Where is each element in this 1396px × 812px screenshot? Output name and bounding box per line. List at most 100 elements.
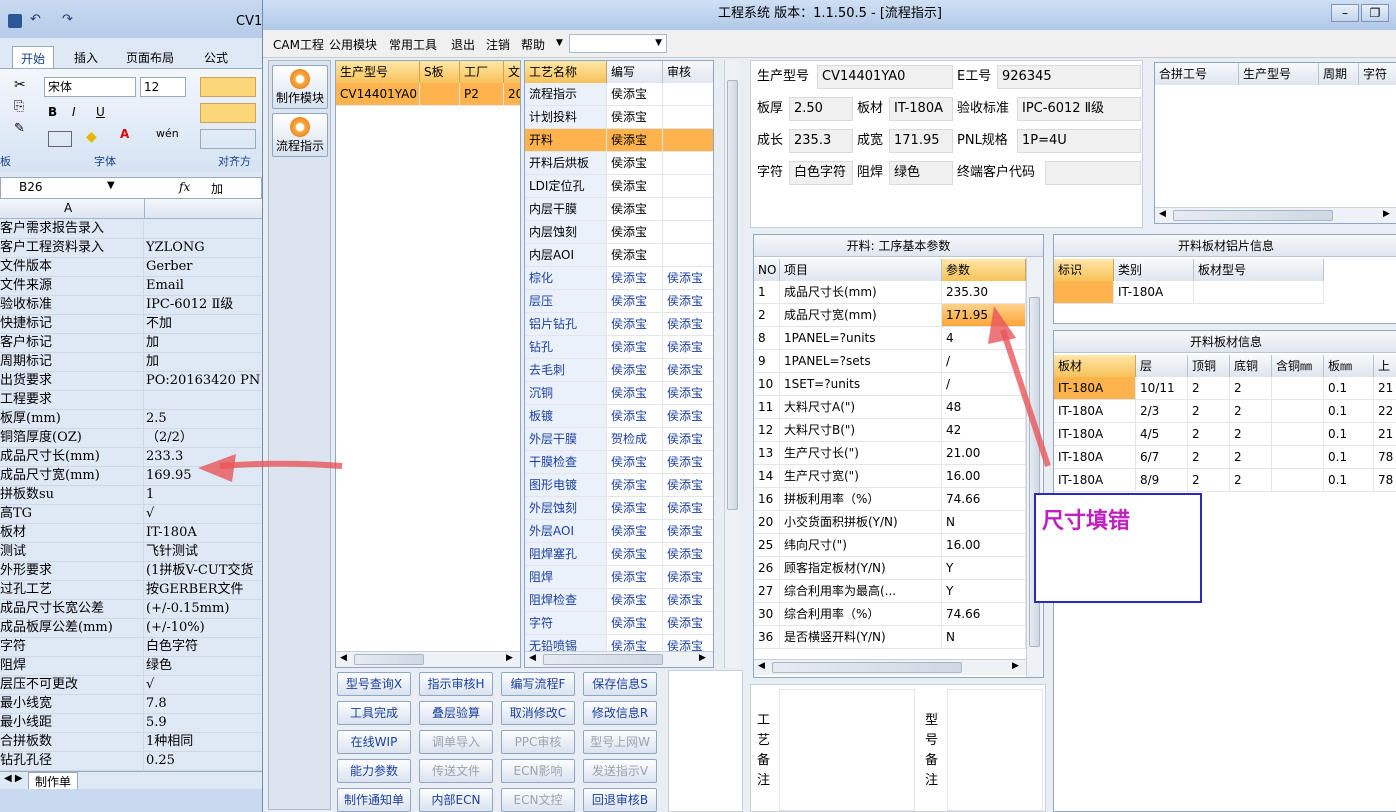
scroll-left-icon[interactable]: ◀ — [529, 653, 536, 663]
cell-a[interactable]: 合拼板数 — [0, 733, 144, 751]
process-cell[interactable]: 侯添宝 — [663, 359, 713, 382]
cell-b[interactable]: 飞针测试 — [146, 543, 262, 561]
mat-cell[interactable]: 4/5 — [1136, 423, 1188, 446]
params-cell[interactable]: 26 — [754, 557, 780, 580]
font-name-select[interactable]: 宋体 — [44, 77, 136, 97]
cell-a[interactable]: 外形要求 — [0, 562, 144, 580]
borders-icon[interactable] — [48, 131, 72, 147]
process-cell[interactable]: 侯添宝 — [663, 589, 713, 612]
params-cell[interactable]: 14 — [754, 465, 780, 488]
params-cell[interactable]: 16.00 — [942, 534, 1026, 557]
process-cell[interactable]: 板镀 — [525, 405, 607, 428]
params-col-header[interactable]: 参数 — [942, 259, 1026, 281]
mat-cell[interactable]: 2 — [1188, 423, 1230, 446]
cell-b[interactable]: 5.9 — [146, 714, 262, 732]
cut-icon[interactable]: ✂ — [14, 77, 26, 93]
scroll-left-icon[interactable]: ◀ — [340, 653, 347, 663]
cell-a[interactable]: 出货要求 — [0, 372, 144, 390]
copy-icon[interactable]: ⎘ — [14, 99, 24, 114]
mat-cell[interactable]: 2 — [1188, 377, 1230, 400]
process-cell[interactable]: 侯添宝 — [607, 152, 663, 175]
process-cell[interactable]: 侯添宝 — [663, 313, 713, 336]
process-grid-hscroll[interactable]: ◀ ▶ — [525, 651, 713, 667]
save-icon[interactable] — [8, 14, 22, 28]
cell-b[interactable]: PO:20163420 PN — [146, 372, 262, 390]
pnl-field[interactable]: 1P=4U — [1017, 129, 1141, 153]
process-cell[interactable]: 侯添宝 — [607, 129, 663, 152]
cell-b[interactable]: IT-180A — [146, 524, 262, 542]
model-field[interactable]: CV14401YA0 — [817, 65, 953, 89]
mat-cell[interactable] — [1272, 423, 1324, 446]
process-cell[interactable]: 侯添宝 — [663, 543, 713, 566]
process-cell[interactable]: 钻孔 — [525, 336, 607, 359]
process-cell[interactable]: 开料 — [525, 129, 607, 152]
process-cell[interactable]: 阻焊 — [525, 566, 607, 589]
params-cell[interactable]: / — [942, 373, 1026, 396]
process-cell[interactable]: 计划投料 — [525, 106, 607, 129]
process-cell[interactable]: 侯添宝 — [607, 313, 663, 336]
material-field[interactable]: IT-180A — [889, 97, 953, 121]
action-button[interactable]: 制作通知单 — [337, 788, 411, 812]
params-cell[interactable]: 9 — [754, 350, 780, 373]
mat-cell[interactable]: 0.1 — [1324, 400, 1374, 423]
model-col-header[interactable]: 文 — [504, 61, 520, 83]
model-cell[interactable] — [420, 83, 460, 106]
char-field[interactable]: 白色字符 — [789, 161, 853, 185]
standard-field[interactable]: IPC-6012 Ⅱ级 — [1017, 97, 1141, 121]
process-cell[interactable]: 侯添宝 — [607, 382, 663, 405]
cell-b[interactable]: (+/-0.15mm) — [146, 600, 262, 618]
cell-a[interactable]: 客户需求报告录入 — [0, 220, 144, 238]
bold-button[interactable]: B — [48, 105, 57, 119]
params-cell[interactable]: 成品尺寸宽(mm) — [780, 304, 942, 327]
process-cell[interactable]: 侯添宝 — [607, 221, 663, 244]
process-cell[interactable]: 侯添宝 — [663, 428, 713, 451]
name-box[interactable]: B26 — [19, 180, 43, 194]
merge-col-header[interactable]: 字符 — [1359, 63, 1396, 85]
process-cell[interactable]: 侯添宝 — [607, 520, 663, 543]
font-size-select[interactable]: 12 — [140, 77, 186, 97]
process-cell[interactable]: 侯添宝 — [607, 267, 663, 290]
mat-cell[interactable]: 2 — [1188, 469, 1230, 492]
params-cell[interactable]: 是否横竖开料(Y/N) — [780, 626, 942, 649]
scroll-left-icon[interactable]: ◀ — [1159, 209, 1166, 219]
process-cell[interactable]: 侯添宝 — [607, 244, 663, 267]
cell-b[interactable]: YZLONG — [146, 239, 262, 257]
process-cell[interactable]: 侯添宝 — [663, 612, 713, 635]
params-cell[interactable]: Y — [942, 557, 1026, 580]
cell-a[interactable]: 成品尺寸宽(mm) — [0, 467, 144, 485]
params-cell[interactable]: 20 — [754, 511, 780, 534]
process-cell[interactable]: 棕化 — [525, 267, 607, 290]
menu-tools[interactable]: 常用工具 — [389, 36, 437, 53]
process-cell[interactable]: 开料后烘板 — [525, 152, 607, 175]
cell-b[interactable]: √ — [146, 676, 262, 694]
process-cell[interactable] — [663, 221, 713, 244]
process-cell[interactable]: 外层AOI — [525, 520, 607, 543]
cell-a[interactable]: 铜箔厚度(OZ) — [0, 429, 144, 447]
action-button[interactable]: 在线WIP — [337, 730, 411, 754]
mat-cell[interactable]: 2 — [1230, 446, 1272, 469]
mat-cell[interactable] — [1272, 400, 1324, 423]
mat-cell[interactable]: 6/7 — [1136, 446, 1188, 469]
cell-a[interactable]: 成品板厚公差(mm) — [0, 619, 144, 637]
tab-formulas[interactable]: 公式 — [196, 46, 236, 68]
params-cell[interactable]: 综合利用率为最高(... — [780, 580, 942, 603]
action-button[interactable]: 调单导入 — [419, 730, 493, 754]
process-cell[interactable]: 字符 — [525, 612, 607, 635]
cell-b[interactable]: 1种相同 — [146, 733, 262, 751]
params-cell[interactable]: 42 — [942, 419, 1026, 442]
process-cell[interactable] — [663, 83, 713, 106]
cell-a[interactable]: 层压不可更改 — [0, 676, 144, 694]
params-cell[interactable]: 拼板利用率（%） — [780, 488, 942, 511]
mat-cell[interactable]: IT-180A — [1054, 469, 1136, 492]
menu-exit[interactable]: 退出 — [451, 36, 475, 53]
cell-b[interactable]: IPC-6012 Ⅱ级 — [146, 296, 262, 314]
process-cell[interactable]: 侯添宝 — [607, 405, 663, 428]
model-col-header[interactable]: 生产型号 — [336, 61, 420, 83]
cell-a[interactable]: 最小线距 — [0, 714, 144, 732]
params-cell[interactable]: 16 — [754, 488, 780, 511]
process-cell[interactable] — [663, 152, 713, 175]
chevron-down-icon[interactable]: ▼ — [107, 180, 115, 191]
alu-col-header[interactable]: 类别 — [1114, 259, 1194, 281]
chevron-down-icon[interactable]: ▼ — [556, 38, 563, 48]
cell-a[interactable]: 快捷标记 — [0, 315, 144, 333]
